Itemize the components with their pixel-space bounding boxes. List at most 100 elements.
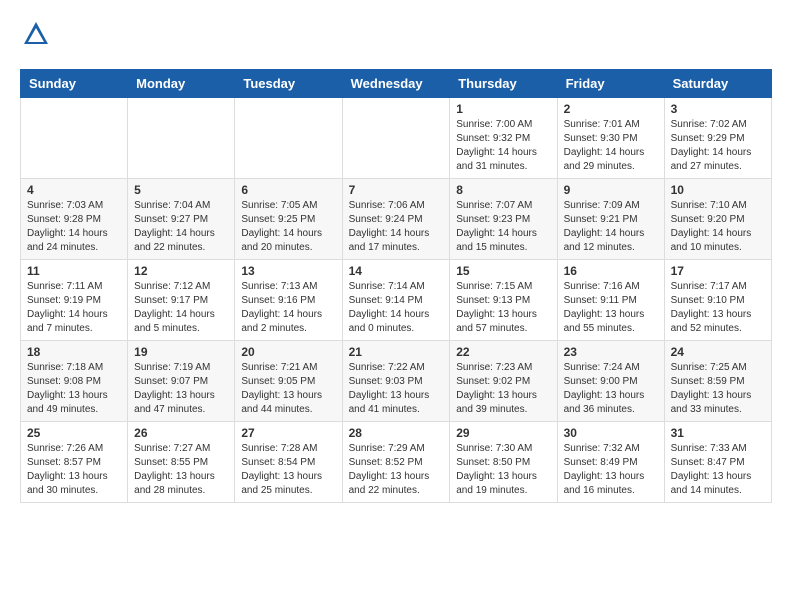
calendar-cell: 12 Sunrise: 7:12 AM Sunset: 9:17 PM Dayli… bbox=[128, 260, 235, 341]
calendar-cell: 11 Sunrise: 7:11 AM Sunset: 9:19 PM Dayli… bbox=[21, 260, 128, 341]
day-number: 5 bbox=[134, 183, 228, 197]
day-number: 14 bbox=[349, 264, 444, 278]
day-number: 7 bbox=[349, 183, 444, 197]
day-info: Sunrise: 7:05 AM Sunset: 9:25 PM Dayligh… bbox=[241, 199, 335, 255]
calendar-cell: 5 Sunrise: 7:04 AM Sunset: 9:27 PM Daylig… bbox=[128, 179, 235, 260]
calendar-table: SundayMondayTuesdayWednesdayThursdayFrid… bbox=[20, 69, 772, 503]
calendar-cell: 18 Sunrise: 7:18 AM Sunset: 9:08 PM Dayli… bbox=[21, 341, 128, 422]
calendar-cell: 1 Sunrise: 7:00 AM Sunset: 9:32 PM Daylig… bbox=[450, 98, 557, 179]
day-info: Sunrise: 7:21 AM Sunset: 9:05 PM Dayligh… bbox=[241, 361, 335, 417]
day-number: 11 bbox=[27, 264, 121, 278]
day-info: Sunrise: 7:15 AM Sunset: 9:13 PM Dayligh… bbox=[456, 280, 550, 336]
day-number: 25 bbox=[27, 426, 121, 440]
calendar-cell: 23 Sunrise: 7:24 AM Sunset: 9:00 PM Dayli… bbox=[557, 341, 664, 422]
calendar-week-2: 11 Sunrise: 7:11 AM Sunset: 9:19 PM Dayli… bbox=[21, 260, 772, 341]
day-number: 26 bbox=[134, 426, 228, 440]
day-info: Sunrise: 7:24 AM Sunset: 9:00 PM Dayligh… bbox=[564, 361, 658, 417]
calendar-header-monday: Monday bbox=[128, 70, 235, 98]
day-number: 24 bbox=[671, 345, 765, 359]
calendar-cell: 30Sunrise: 7:32 AM Sunset: 8:49 PM Dayli… bbox=[557, 422, 664, 503]
calendar-cell: 15 Sunrise: 7:15 AM Sunset: 9:13 PM Dayli… bbox=[450, 260, 557, 341]
calendar-week-3: 18 Sunrise: 7:18 AM Sunset: 9:08 PM Dayli… bbox=[21, 341, 772, 422]
day-number: 28 bbox=[349, 426, 444, 440]
day-number: 9 bbox=[564, 183, 658, 197]
calendar-cell: 6 Sunrise: 7:05 AM Sunset: 9:25 PM Daylig… bbox=[235, 179, 342, 260]
day-info: Sunrise: 7:06 AM Sunset: 9:24 PM Dayligh… bbox=[349, 199, 444, 255]
calendar-cell bbox=[342, 98, 450, 179]
day-number: 6 bbox=[241, 183, 335, 197]
calendar-cell: 13Sunrise: 7:13 AM Sunset: 9:16 PM Dayli… bbox=[235, 260, 342, 341]
day-info: Sunrise: 7:00 AM Sunset: 9:32 PM Dayligh… bbox=[456, 118, 550, 174]
calendar-cell: 10 Sunrise: 7:10 AM Sunset: 9:20 PM Dayli… bbox=[664, 179, 771, 260]
calendar-cell bbox=[235, 98, 342, 179]
day-number: 13 bbox=[241, 264, 335, 278]
calendar-cell: 4 Sunrise: 7:03 AM Sunset: 9:28 PM Daylig… bbox=[21, 179, 128, 260]
day-number: 20 bbox=[241, 345, 335, 359]
day-info: Sunrise: 7:03 AM Sunset: 9:28 PM Dayligh… bbox=[27, 199, 121, 255]
day-info: Sunrise: 7:22 AM Sunset: 9:03 PM Dayligh… bbox=[349, 361, 444, 417]
page-header bbox=[20, 20, 772, 53]
calendar-cell: 28 Sunrise: 7:29 AM Sunset: 8:52 PM Dayli… bbox=[342, 422, 450, 503]
calendar-cell: 29 Sunrise: 7:30 AM Sunset: 8:50 PM Dayli… bbox=[450, 422, 557, 503]
day-number: 4 bbox=[27, 183, 121, 197]
day-info: Sunrise: 7:12 AM Sunset: 9:17 PM Dayligh… bbox=[134, 280, 228, 336]
day-info: Sunrise: 7:01 AM Sunset: 9:30 PM Dayligh… bbox=[564, 118, 658, 174]
day-info: Sunrise: 7:10 AM Sunset: 9:20 PM Dayligh… bbox=[671, 199, 765, 255]
calendar-cell: 17Sunrise: 7:17 AM Sunset: 9:10 PM Dayli… bbox=[664, 260, 771, 341]
day-number: 22 bbox=[456, 345, 550, 359]
day-number: 19 bbox=[134, 345, 228, 359]
calendar-cell: 9 Sunrise: 7:09 AM Sunset: 9:21 PM Daylig… bbox=[557, 179, 664, 260]
calendar-cell bbox=[21, 98, 128, 179]
calendar-week-0: 1 Sunrise: 7:00 AM Sunset: 9:32 PM Daylig… bbox=[21, 98, 772, 179]
day-number: 31 bbox=[671, 426, 765, 440]
day-number: 17 bbox=[671, 264, 765, 278]
day-number: 29 bbox=[456, 426, 550, 440]
calendar-cell: 3Sunrise: 7:02 AM Sunset: 9:29 PM Daylig… bbox=[664, 98, 771, 179]
day-number: 10 bbox=[671, 183, 765, 197]
day-number: 23 bbox=[564, 345, 658, 359]
day-number: 8 bbox=[456, 183, 550, 197]
logo bbox=[20, 20, 50, 53]
day-info: Sunrise: 7:04 AM Sunset: 9:27 PM Dayligh… bbox=[134, 199, 228, 255]
day-info: Sunrise: 7:02 AM Sunset: 9:29 PM Dayligh… bbox=[671, 118, 765, 174]
day-info: Sunrise: 7:11 AM Sunset: 9:19 PM Dayligh… bbox=[27, 280, 121, 336]
calendar-cell: 31 Sunrise: 7:33 AM Sunset: 8:47 PM Dayli… bbox=[664, 422, 771, 503]
calendar-week-1: 4 Sunrise: 7:03 AM Sunset: 9:28 PM Daylig… bbox=[21, 179, 772, 260]
calendar-cell: 21 Sunrise: 7:22 AM Sunset: 9:03 PM Dayli… bbox=[342, 341, 450, 422]
day-info: Sunrise: 7:19 AM Sunset: 9:07 PM Dayligh… bbox=[134, 361, 228, 417]
calendar-header-friday: Friday bbox=[557, 70, 664, 98]
calendar-cell: 25 Sunrise: 7:26 AM Sunset: 8:57 PM Dayli… bbox=[21, 422, 128, 503]
day-info: Sunrise: 7:28 AM Sunset: 8:54 PM Dayligh… bbox=[241, 442, 335, 498]
day-info: Sunrise: 7:29 AM Sunset: 8:52 PM Dayligh… bbox=[349, 442, 444, 498]
day-number: 1 bbox=[456, 102, 550, 116]
logo-icon bbox=[22, 20, 50, 48]
day-info: Sunrise: 7:27 AM Sunset: 8:55 PM Dayligh… bbox=[134, 442, 228, 498]
day-number: 16 bbox=[564, 264, 658, 278]
day-number: 12 bbox=[134, 264, 228, 278]
calendar-header-tuesday: Tuesday bbox=[235, 70, 342, 98]
day-info: Sunrise: 7:30 AM Sunset: 8:50 PM Dayligh… bbox=[456, 442, 550, 498]
calendar-header-wednesday: Wednesday bbox=[342, 70, 450, 98]
calendar-cell: 22 Sunrise: 7:23 AM Sunset: 9:02 PM Dayli… bbox=[450, 341, 557, 422]
day-number: 18 bbox=[27, 345, 121, 359]
day-info: Sunrise: 7:33 AM Sunset: 8:47 PM Dayligh… bbox=[671, 442, 765, 498]
day-number: 21 bbox=[349, 345, 444, 359]
day-info: Sunrise: 7:23 AM Sunset: 9:02 PM Dayligh… bbox=[456, 361, 550, 417]
calendar-header-sunday: Sunday bbox=[21, 70, 128, 98]
day-number: 15 bbox=[456, 264, 550, 278]
calendar-cell bbox=[128, 98, 235, 179]
calendar-cell: 27 Sunrise: 7:28 AM Sunset: 8:54 PM Dayli… bbox=[235, 422, 342, 503]
day-info: Sunrise: 7:26 AM Sunset: 8:57 PM Dayligh… bbox=[27, 442, 121, 498]
calendar-cell: 2Sunrise: 7:01 AM Sunset: 9:30 PM Daylig… bbox=[557, 98, 664, 179]
calendar-cell: 14Sunrise: 7:14 AM Sunset: 9:14 PM Dayli… bbox=[342, 260, 450, 341]
calendar-cell: 8 Sunrise: 7:07 AM Sunset: 9:23 PM Daylig… bbox=[450, 179, 557, 260]
day-info: Sunrise: 7:09 AM Sunset: 9:21 PM Dayligh… bbox=[564, 199, 658, 255]
day-number: 27 bbox=[241, 426, 335, 440]
calendar-week-4: 25 Sunrise: 7:26 AM Sunset: 8:57 PM Dayli… bbox=[21, 422, 772, 503]
day-info: Sunrise: 7:18 AM Sunset: 9:08 PM Dayligh… bbox=[27, 361, 121, 417]
calendar-cell: 24Sunrise: 7:25 AM Sunset: 8:59 PM Dayli… bbox=[664, 341, 771, 422]
day-number: 30 bbox=[564, 426, 658, 440]
calendar-header-thursday: Thursday bbox=[450, 70, 557, 98]
calendar-header-row: SundayMondayTuesdayWednesdayThursdayFrid… bbox=[21, 70, 772, 98]
day-info: Sunrise: 7:07 AM Sunset: 9:23 PM Dayligh… bbox=[456, 199, 550, 255]
